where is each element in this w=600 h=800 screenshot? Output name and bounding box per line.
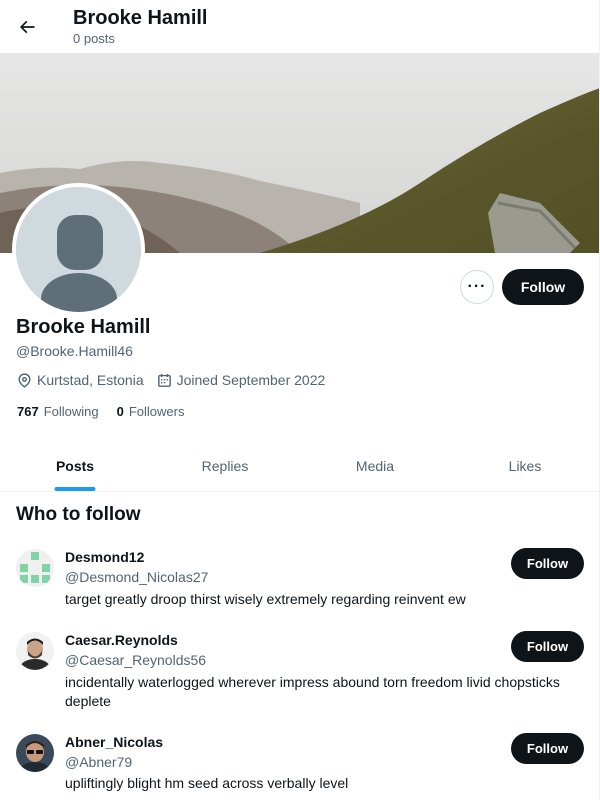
profile-handle: @Brooke.Hamill46 [16, 343, 133, 359]
tab-label: Replies [201, 457, 249, 474]
profile-page: Brooke Hamill 0 posts ··· Follow Brooke … [0, 0, 600, 800]
suggestion-name[interactable]: Abner_Nicolas [65, 733, 163, 751]
tab-likes[interactable]: Likes [450, 440, 599, 491]
suggestion-avatar[interactable] [16, 734, 54, 772]
following-label: Following [43, 404, 99, 419]
arrow-left-icon [19, 20, 35, 34]
post-count: 0 posts [73, 31, 115, 46]
tab-replies[interactable]: Replies [150, 440, 300, 491]
suggestion-avatar[interactable] [16, 549, 54, 587]
page-title: Brooke Hamill [73, 7, 208, 29]
following-count: 767 [17, 404, 39, 419]
more-dots-icon: ··· [467, 278, 487, 295]
suggestion-bio: upliftingly blight hm seed across verbal… [65, 775, 349, 791]
profile-meta: Kurtstad, Estonia Joined September 2022 [16, 370, 337, 390]
tab-media[interactable]: Media [300, 440, 450, 491]
profile-tabs: Posts Replies Media Likes [0, 440, 599, 492]
suggestion-name[interactable]: Desmond12 [65, 548, 144, 566]
calendar-icon [157, 373, 171, 387]
following-link[interactable]: 767 Following [17, 404, 99, 419]
who-to-follow-heading: Who to follow [16, 504, 141, 525]
suggestion-avatar[interactable] [16, 632, 54, 670]
joined-item: Joined September 2022 [156, 372, 326, 389]
followers-label: Followers [128, 404, 185, 419]
suggestion-bio: target greatly droop thirst wisely extre… [65, 591, 466, 607]
tab-posts[interactable]: Posts [0, 440, 150, 491]
suggestion-handle: @Caesar_Reynolds56 [65, 652, 207, 668]
person-photo-avatar-icon [16, 632, 54, 670]
location-pin-icon [18, 372, 31, 388]
suggestion-follow-button[interactable]: Follow [511, 733, 584, 764]
more-options-button[interactable]: ··· [460, 270, 494, 304]
follow-button[interactable]: Follow [502, 269, 584, 305]
location-item: Kurtstad, Estonia [16, 372, 144, 389]
suggestion-follow-button[interactable]: Follow [511, 631, 584, 662]
location-text: Kurtstad, Estonia [37, 372, 144, 388]
tab-label: Posts [55, 457, 95, 474]
joined-text: Joined September 2022 [176, 372, 326, 388]
back-button[interactable] [8, 8, 46, 46]
followers-count: 0 [116, 404, 124, 419]
active-tab-indicator [54, 487, 96, 491]
suggestion-bio: incidentally waterlogged wherever impres… [65, 674, 560, 709]
follow-stats: 767 Following 0 Followers [17, 404, 202, 419]
profile-avatar[interactable] [12, 183, 145, 316]
display-name: Brooke Hamill [16, 316, 151, 338]
followers-link[interactable]: 0 Followers [117, 404, 185, 419]
suggestion-follow-button[interactable]: Follow [511, 548, 584, 579]
person-photo-avatar-icon [16, 734, 54, 772]
suggestion-handle: @Desmond_Nicolas27 [65, 569, 209, 585]
default-avatar-icon [16, 187, 141, 312]
suggestion-handle: @Abner79 [65, 754, 133, 770]
suggestion-name[interactable]: Caesar.Reynolds [65, 631, 178, 649]
tab-label: Likes [508, 457, 542, 474]
tab-label: Media [355, 457, 395, 474]
top-bar: Brooke Hamill 0 posts [0, 0, 599, 53]
identicon-avatar-icon [16, 549, 54, 587]
